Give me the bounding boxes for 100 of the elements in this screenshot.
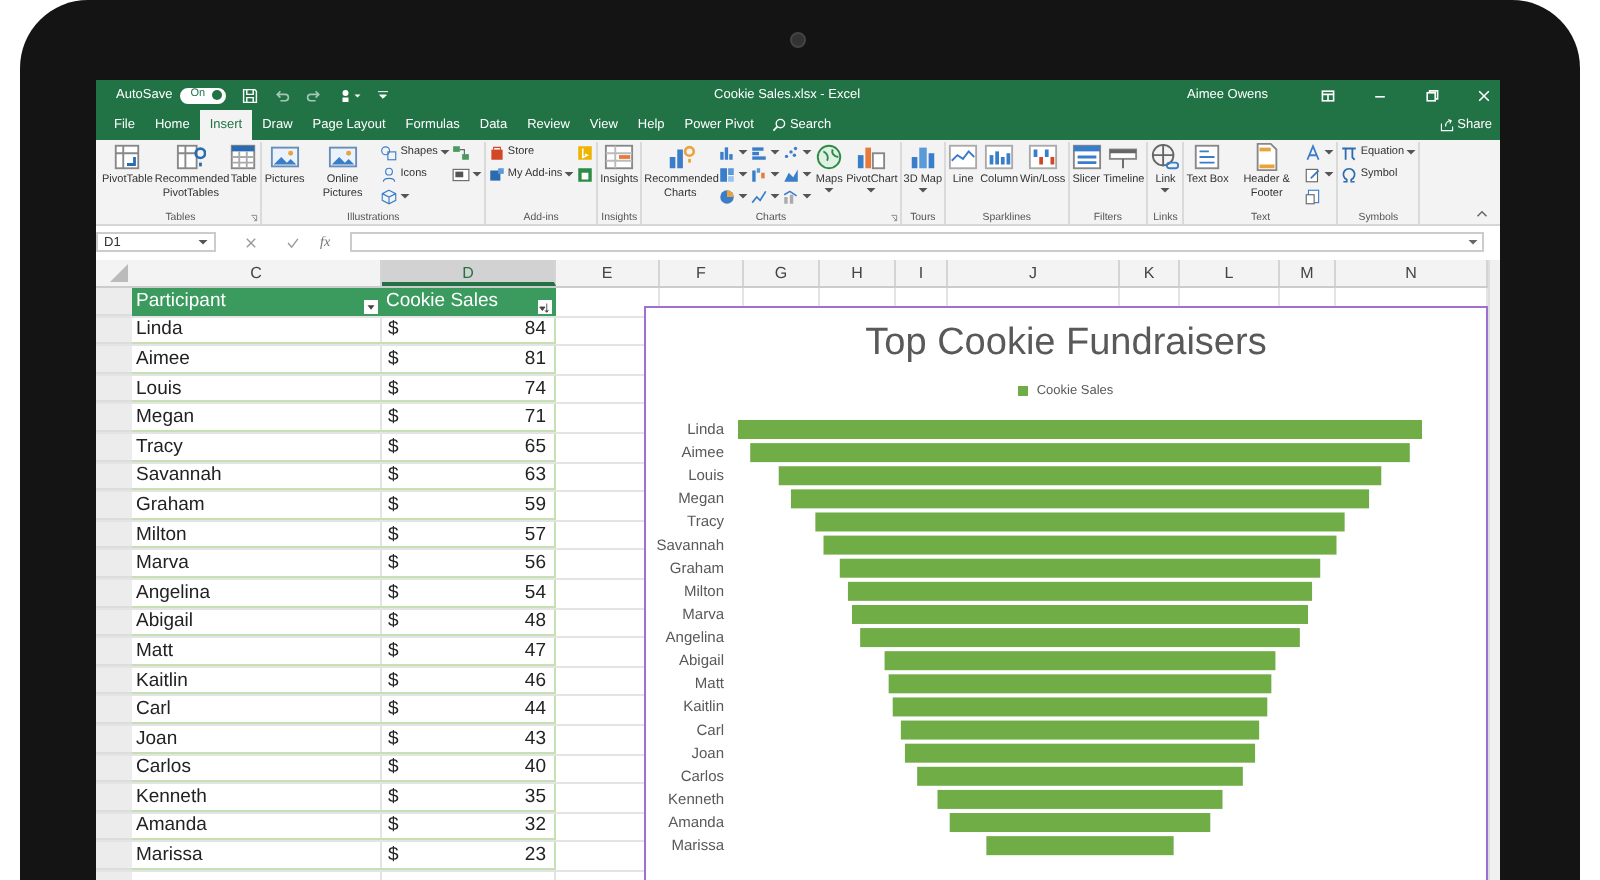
sales-value: 63	[524, 464, 546, 487]
cancel-icon[interactable]	[244, 235, 258, 249]
currency-sign: $	[388, 347, 399, 370]
column-header[interactable]: J	[948, 260, 1120, 286]
currency-sign: $	[388, 377, 399, 400]
screenshot-icon	[451, 165, 470, 183]
linechart-icon	[750, 187, 769, 205]
column-header[interactable]: H	[820, 260, 896, 286]
participant-name: Marva	[136, 552, 189, 575]
ribbon-button[interactable]	[718, 142, 749, 162]
ribbon-button[interactable]	[782, 142, 813, 162]
redo-icon[interactable]	[305, 87, 322, 103]
sales-value: 35	[524, 785, 546, 808]
column-header[interactable]: M	[1280, 260, 1336, 286]
currency-sign: $	[388, 435, 399, 458]
column-header[interactable]: I	[896, 260, 948, 286]
column-header[interactable]: D	[382, 260, 556, 286]
sales-value: 84	[524, 318, 546, 341]
dialog-launcher-icon[interactable]	[889, 214, 898, 222]
participant-name: Joan	[136, 727, 178, 750]
column-header[interactable]: F	[660, 260, 744, 286]
currency-sign: $	[388, 785, 399, 808]
dialog-launcher-icon[interactable]	[250, 214, 259, 222]
currency-sign: $	[388, 610, 399, 633]
column-header[interactable]: E	[556, 260, 660, 286]
collapse-ribbon-icon[interactable]	[1476, 210, 1488, 218]
participant-name: Kaitlin	[136, 669, 188, 692]
column-header[interactable]: L	[1180, 260, 1280, 286]
vertical-scrollbar[interactable]	[1488, 260, 1500, 880]
currency-sign: $	[388, 523, 399, 546]
column-heading: Participant	[136, 290, 226, 313]
save-icon[interactable]	[241, 87, 258, 103]
sales-value: 81	[524, 347, 546, 370]
ribbon-button[interactable]	[451, 164, 482, 184]
currency-sign: $	[388, 552, 399, 575]
ribbon-button[interactable]	[750, 142, 781, 162]
equation-icon	[1340, 143, 1359, 161]
addin-icon	[487, 165, 506, 183]
currency-sign: $	[388, 406, 399, 429]
participant-name: Louis	[136, 377, 182, 400]
search-icon	[771, 118, 786, 132]
sales-value: 65	[524, 435, 546, 458]
participant-name: Aimee	[136, 347, 190, 370]
wordart-icon	[1304, 143, 1323, 161]
expand-icon[interactable]	[1468, 239, 1478, 245]
enter-icon[interactable]	[286, 235, 300, 249]
formula-input[interactable]	[350, 232, 1484, 252]
currency-sign: $	[388, 464, 399, 487]
person-icon	[380, 165, 399, 183]
filter-button[interactable]	[364, 299, 378, 314]
participant-name: Carl	[136, 698, 171, 721]
customize-caret-icon[interactable]	[377, 90, 388, 100]
participant-name: Amanda	[136, 814, 207, 837]
ribbon-button[interactable]	[718, 164, 749, 184]
currency-sign: $	[388, 318, 399, 341]
pie-icon	[718, 187, 737, 205]
sales-value: 48	[524, 610, 546, 633]
shapes-icon	[380, 143, 399, 161]
ribbon-button[interactable]	[782, 186, 813, 206]
close-button[interactable]	[1476, 87, 1493, 103]
participant-name: Matt	[136, 639, 173, 662]
ribbon-button[interactable]	[718, 186, 749, 206]
participant-name: Angelina	[136, 581, 210, 604]
ribbon-button[interactable]	[576, 164, 595, 184]
sort-filter-button[interactable]	[538, 299, 552, 314]
ribbon-button[interactable]	[750, 164, 781, 184]
sales-value: 56	[524, 552, 546, 575]
ribbon-button[interactable]	[1304, 164, 1335, 184]
ribbon-button[interactable]	[782, 164, 813, 184]
ribbon-display-icon[interactable]	[1320, 87, 1337, 103]
sales-value: 46	[524, 669, 546, 692]
ribbon-button[interactable]	[750, 186, 781, 206]
link-icon	[1150, 142, 1181, 172]
map3d-icon	[907, 142, 938, 172]
sales-value: 23	[524, 844, 546, 867]
sales-value: 54	[524, 581, 546, 604]
column-heading: Cookie Sales	[386, 290, 498, 313]
touch-mode-icon[interactable]	[337, 87, 362, 103]
area-icon	[782, 165, 801, 183]
signature-icon	[1304, 165, 1323, 183]
sales-value: 43	[524, 727, 546, 750]
column-header[interactable]: K	[1120, 260, 1180, 286]
sales-value: 44	[524, 698, 546, 721]
participant-name: Graham	[136, 493, 205, 516]
camera-dot	[790, 32, 806, 48]
combo-icon	[782, 187, 801, 205]
legend-swatch	[1018, 386, 1029, 396]
sales-value: 59	[524, 493, 546, 516]
currency-sign: $	[388, 727, 399, 750]
participant-name: Kenneth	[136, 785, 207, 808]
hbars-icon	[750, 143, 769, 161]
undo-icon[interactable]	[273, 87, 290, 103]
restore-button[interactable]	[1424, 87, 1441, 103]
participant-name: Milton	[136, 523, 187, 546]
smartart-icon	[451, 143, 470, 161]
ribbon-button[interactable]	[1304, 142, 1335, 162]
column-header[interactable]: G	[744, 260, 820, 286]
currency-sign: $	[388, 756, 399, 779]
omega-icon	[1340, 165, 1359, 183]
participant-name: Linda	[136, 318, 183, 341]
